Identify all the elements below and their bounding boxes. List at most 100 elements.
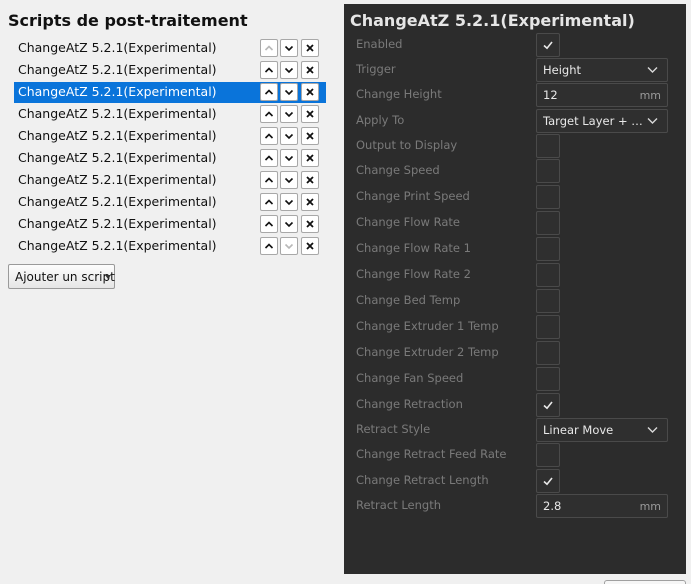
field-unit: mm (639, 500, 661, 513)
move-down-button[interactable] (280, 105, 298, 123)
setting-label: Change Bed Temp (356, 293, 461, 307)
remove-script-button[interactable] (301, 149, 319, 167)
setting-checkbox[interactable] (536, 393, 560, 417)
chevron-up-icon (264, 45, 274, 51)
move-down-button[interactable] (280, 237, 298, 255)
setting-dropdown[interactable]: Height (536, 58, 668, 82)
script-list-item[interactable]: ChangeAtZ 5.2.1(Experimental) (14, 236, 326, 257)
setting-label: Change Retract Feed Rate (356, 447, 507, 461)
move-down-button[interactable] (280, 215, 298, 233)
script-list-item[interactable]: ChangeAtZ 5.2.1(Experimental) (14, 60, 326, 81)
setting-label: Change Speed (356, 163, 440, 177)
script-label: ChangeAtZ 5.2.1(Experimental) (18, 62, 217, 77)
dropdown-caret-icon (105, 275, 111, 279)
chevron-down-icon (284, 221, 294, 228)
dropdown-value: Linear Move (543, 423, 614, 437)
setting-checkbox[interactable] (536, 367, 560, 391)
move-up-button[interactable] (260, 61, 278, 79)
remove-script-button[interactable] (301, 193, 319, 211)
remove-script-button[interactable] (301, 127, 319, 145)
script-list-item[interactable]: ChangeAtZ 5.2.1(Experimental) (14, 104, 326, 125)
setting-label: Enabled (356, 37, 403, 51)
chevron-down-icon (284, 155, 294, 162)
setting-checkbox[interactable] (536, 134, 560, 158)
setting-checkbox[interactable] (536, 185, 560, 209)
chevron-up-icon (264, 177, 274, 183)
script-label: ChangeAtZ 5.2.1(Experimental) (18, 150, 217, 165)
close-button[interactable] (604, 580, 686, 584)
move-down-button[interactable] (280, 193, 298, 211)
setting-label: Change Extruder 1 Temp (356, 319, 499, 333)
move-up-button[interactable] (260, 39, 278, 57)
field-unit: mm (639, 89, 661, 102)
script-list-item[interactable]: ChangeAtZ 5.2.1(Experimental) (14, 126, 326, 147)
setting-checkbox[interactable] (536, 211, 560, 235)
setting-label: Retract Style (356, 422, 431, 436)
setting-text-field[interactable]: 12 mm (536, 83, 668, 107)
move-up-button[interactable] (260, 193, 278, 211)
script-label: ChangeAtZ 5.2.1(Experimental) (18, 238, 217, 253)
move-up-button[interactable] (260, 215, 278, 233)
script-list-item[interactable]: ChangeAtZ 5.2.1(Experimental) (14, 170, 326, 191)
add-script-button[interactable]: Ajouter un script (8, 264, 115, 289)
setting-checkbox[interactable] (536, 443, 560, 467)
remove-script-button[interactable] (301, 237, 319, 255)
remove-script-button[interactable] (301, 171, 319, 189)
dropdown-value: Target Layer + Subsequent Layers (543, 114, 643, 128)
setting-dropdown[interactable]: Target Layer + Subsequent Layers (536, 109, 668, 133)
close-icon (306, 44, 314, 52)
check-icon (543, 477, 553, 486)
setting-checkbox[interactable] (536, 341, 560, 365)
remove-script-button[interactable] (301, 215, 319, 233)
setting-checkbox[interactable] (536, 237, 560, 261)
dropdown-value: Height (543, 63, 582, 77)
script-settings-panel: ChangeAtZ 5.2.1(Experimental) Enabled Tri… (344, 4, 686, 574)
move-down-button[interactable] (280, 83, 298, 101)
script-list-item[interactable]: ChangeAtZ 5.2.1(Experimental) (14, 214, 326, 235)
setting-dropdown[interactable]: Linear Move (536, 418, 668, 442)
remove-script-button[interactable] (301, 39, 319, 57)
move-up-button[interactable] (260, 149, 278, 167)
move-up-button[interactable] (260, 237, 278, 255)
remove-script-button[interactable] (301, 105, 319, 123)
setting-checkbox[interactable] (536, 469, 560, 493)
move-down-button[interactable] (280, 61, 298, 79)
move-up-button[interactable] (260, 105, 278, 123)
chevron-down-icon (284, 199, 294, 206)
setting-label: Change Flow Rate (356, 215, 460, 229)
move-down-button[interactable] (280, 127, 298, 145)
move-up-button[interactable] (260, 127, 278, 145)
chevron-up-icon (264, 221, 274, 227)
script-list-item[interactable]: ChangeAtZ 5.2.1(Experimental) (14, 82, 326, 103)
chevron-up-icon (264, 111, 274, 117)
chevron-down-icon (284, 67, 294, 74)
setting-checkbox[interactable] (536, 33, 560, 57)
setting-checkbox[interactable] (536, 289, 560, 313)
setting-label: Apply To (356, 113, 405, 127)
setting-checkbox[interactable] (536, 159, 560, 183)
setting-checkbox[interactable] (536, 315, 560, 339)
script-label: ChangeAtZ 5.2.1(Experimental) (18, 216, 217, 231)
script-list-item[interactable]: ChangeAtZ 5.2.1(Experimental) (14, 192, 326, 213)
setting-label: Output to Display (356, 138, 458, 152)
chevron-up-icon (264, 67, 274, 73)
script-label: ChangeAtZ 5.2.1(Experimental) (18, 128, 217, 143)
move-up-button[interactable] (260, 83, 278, 101)
move-down-button[interactable] (280, 171, 298, 189)
setting-label: Retract Length (356, 498, 441, 512)
move-down-button[interactable] (280, 149, 298, 167)
panel-title: Scripts de post-traitement (8, 11, 248, 30)
move-down-button[interactable] (280, 39, 298, 57)
script-list-item[interactable]: ChangeAtZ 5.2.1(Experimental) (14, 38, 326, 59)
script-label: ChangeAtZ 5.2.1(Experimental) (18, 172, 217, 187)
check-icon (543, 41, 553, 50)
remove-script-button[interactable] (301, 83, 319, 101)
chevron-down-icon (284, 133, 294, 140)
chevron-up-icon (264, 89, 274, 95)
script-list-item[interactable]: ChangeAtZ 5.2.1(Experimental) (14, 148, 326, 169)
setting-text-field[interactable]: 2.8 mm (536, 494, 668, 518)
script-label: ChangeAtZ 5.2.1(Experimental) (18, 106, 217, 121)
move-up-button[interactable] (260, 171, 278, 189)
setting-checkbox[interactable] (536, 263, 560, 287)
remove-script-button[interactable] (301, 61, 319, 79)
